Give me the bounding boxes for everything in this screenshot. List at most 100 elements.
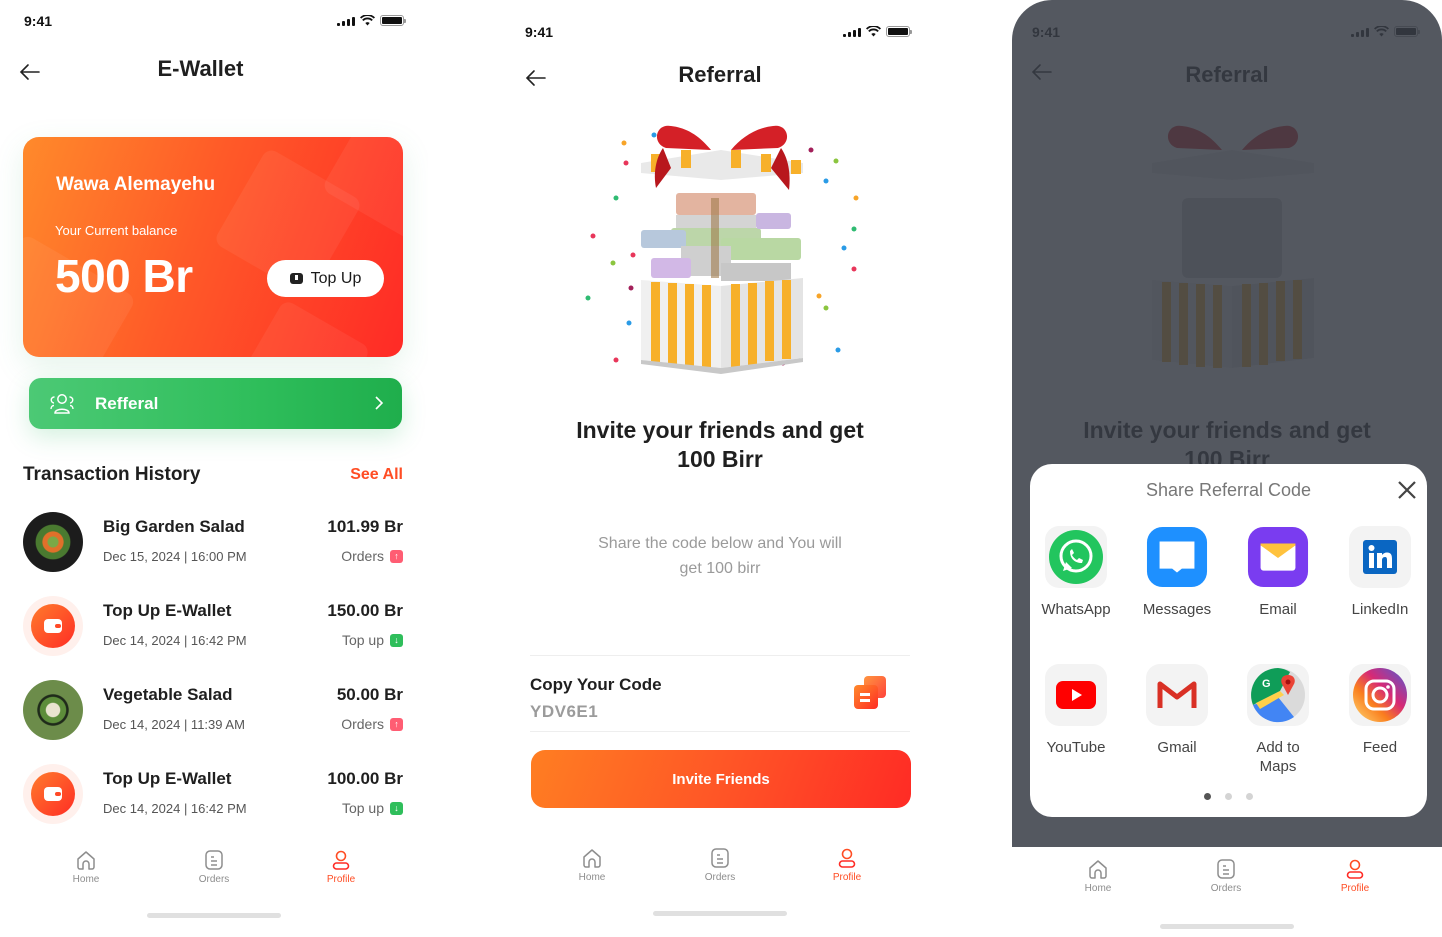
transaction-type: Orders ↑	[341, 716, 403, 732]
share-messages[interactable]: Messages	[1135, 526, 1219, 619]
top-up-button[interactable]: Top Up	[267, 260, 384, 297]
battery-icon	[886, 26, 912, 37]
page-title: E-Wallet	[157, 56, 244, 81]
chevron-right-icon	[375, 396, 384, 410]
arrow-down-icon: ↓	[390, 801, 403, 815]
copy-icon[interactable]	[852, 674, 888, 710]
tab-profile[interactable]: Profile	[817, 846, 877, 883]
transaction-amount: 100.00 Br	[327, 769, 403, 788]
share-sheet: Share Referral Code WhatsApp Messages Em…	[1030, 464, 1427, 817]
referral-screen: 9:41 Referral Invite your friends and ge…	[506, 0, 934, 937]
transaction-amount: 50.00 Br	[336, 685, 403, 704]
referral-code: YDV6E1	[530, 702, 599, 721]
salad-photo	[23, 512, 83, 572]
referral-button[interactable]: Refferal	[29, 378, 402, 429]
salad-photo	[23, 680, 83, 740]
status-time: 9:41	[24, 13, 53, 29]
transaction-date: Dec 14, 2024 | 16:42 PM	[103, 801, 247, 816]
share-sheet-title: Share Referral Code	[1145, 480, 1312, 500]
share-maps[interactable]: G Add to Maps	[1236, 664, 1320, 776]
code-label: Copy Your Code	[530, 675, 662, 694]
page-dot[interactable]	[1204, 793, 1211, 800]
wifi-icon	[866, 26, 881, 37]
orders-icon	[205, 850, 223, 870]
wallet-download-icon	[289, 273, 303, 284]
transaction-date: Dec 14, 2024 | 16:42 PM	[103, 633, 247, 648]
close-icon[interactable]	[1395, 478, 1419, 502]
gift-box-illustration	[585, 125, 859, 374]
transaction-row[interactable]: Vegetable Salad Dec 14, 2024 | 11:39 AM …	[23, 680, 403, 744]
profile-icon	[838, 848, 856, 868]
see-all-link[interactable]: See All	[350, 466, 403, 484]
youtube-icon	[1056, 681, 1096, 709]
arrow-up-icon: ↑	[390, 717, 403, 731]
referral-label: Refferal	[95, 393, 159, 413]
gmail-icon	[1157, 681, 1197, 708]
share-youtube[interactable]: YouTube	[1034, 664, 1118, 757]
svg-text:G: G	[1262, 678, 1271, 690]
tab-orders[interactable]: Orders	[1196, 857, 1256, 894]
page-title: Referral	[678, 62, 762, 87]
header: E-Wallet	[0, 52, 428, 92]
instagram-icon	[1353, 668, 1407, 722]
referral-headline: Invite your friends and get 100 Birr	[576, 417, 864, 472]
balance-label: Your Current balance	[55, 223, 178, 238]
profile-icon	[1346, 859, 1364, 879]
card-holder-name: Wawa Alemayehu	[56, 174, 216, 195]
transaction-type: Orders ↑	[341, 548, 403, 564]
share-whatsapp[interactable]: WhatsApp	[1034, 526, 1118, 619]
top-up-label: Top Up	[310, 269, 362, 287]
tab-home[interactable]: Home	[562, 846, 622, 883]
transaction-type: Top up ↓	[342, 800, 403, 816]
section-title: Transaction History	[23, 464, 201, 485]
status-bar: 9:41	[0, 13, 428, 33]
tab-profile[interactable]: Profile	[1325, 857, 1385, 894]
maps-icon: G	[1251, 668, 1305, 723]
arrow-down-icon: ↓	[390, 633, 403, 647]
home-indicator	[1160, 924, 1294, 929]
transaction-title: Top Up E-Wallet	[103, 769, 232, 788]
header: Referral	[506, 58, 934, 98]
transaction-history-header: Transaction History See All	[23, 462, 403, 488]
page-dot[interactable]	[1225, 793, 1232, 800]
status-bar: 9:41	[506, 24, 934, 44]
tab-bar: Home Orders Profile	[1012, 857, 1442, 907]
orders-icon	[1217, 859, 1235, 879]
transaction-date: Dec 15, 2024 | 16:00 PM	[103, 549, 247, 564]
wallet-icon	[23, 764, 83, 824]
money-stacks	[641, 193, 801, 281]
invite-friends-button[interactable]: Invite Friends	[531, 750, 911, 808]
referral-share-screen: 9:41 Referral Invite your friends and ge…	[1012, 0, 1442, 937]
gift-lid	[641, 125, 803, 190]
transaction-row[interactable]: Top Up E-Wallet Dec 14, 2024 | 16:42 PM …	[23, 764, 403, 828]
home-indicator	[147, 913, 281, 918]
arrow-up-icon: ↑	[390, 549, 403, 563]
page-dot[interactable]	[1246, 793, 1253, 800]
share-feed[interactable]: Feed	[1338, 664, 1422, 757]
battery-icon	[380, 15, 406, 26]
status-time: 9:41	[525, 24, 554, 40]
signal-icon	[843, 27, 861, 37]
tab-home[interactable]: Home	[56, 848, 116, 885]
messages-icon	[1146, 526, 1208, 588]
balance-amount: 500 Br	[55, 250, 193, 302]
tab-bar: Home Orders Profile	[0, 848, 428, 898]
whatsapp-icon	[1049, 530, 1103, 584]
share-gmail[interactable]: Gmail	[1135, 664, 1219, 757]
share-linkedin[interactable]: LinkedIn	[1338, 526, 1422, 619]
transaction-row[interactable]: Top Up E-Wallet Dec 14, 2024 | 16:42 PM …	[23, 596, 403, 660]
home-indicator	[653, 911, 787, 916]
linkedin-icon	[1363, 540, 1397, 574]
transaction-row[interactable]: Big Garden Salad Dec 15, 2024 | 16:00 PM…	[23, 512, 403, 576]
tab-orders[interactable]: Orders	[690, 846, 750, 883]
tab-orders[interactable]: Orders	[184, 848, 244, 885]
share-email[interactable]: Email	[1236, 526, 1320, 619]
tab-home[interactable]: Home	[1068, 857, 1128, 894]
orders-icon	[711, 848, 729, 868]
transaction-date: Dec 14, 2024 | 11:39 AM	[103, 717, 245, 732]
tab-profile[interactable]: Profile	[311, 848, 371, 885]
wallet-card: Wawa Alemayehu Your Current balance 500 …	[23, 137, 403, 357]
gift-box	[641, 278, 803, 374]
ewallet-screen: 9:41 E-Wallet Wawa Alemayehu Your Curren…	[0, 0, 428, 937]
home-icon	[583, 849, 601, 868]
